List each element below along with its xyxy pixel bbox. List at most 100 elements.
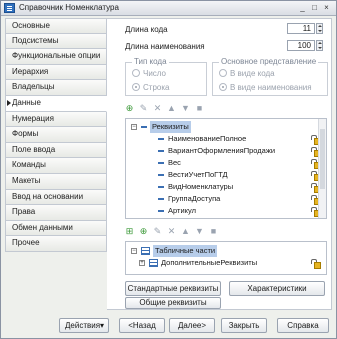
attributes-tree[interactable]: − Реквизиты НаименованиеПолное ВариантОф…	[125, 118, 327, 219]
move-up-icon[interactable]: ▲	[181, 226, 190, 236]
tabular-parts-tree[interactable]: − Табличные части + ДополнительныеРеквиз…	[125, 241, 327, 275]
collapse-icon[interactable]: −	[131, 248, 137, 254]
radio-icon	[219, 69, 227, 77]
code-length-label: Длина кода	[125, 25, 168, 34]
close-button[interactable]: Закрыть	[221, 318, 267, 333]
maximize-icon[interactable]: □	[309, 3, 320, 13]
tabular-parts-toolbar: ⊞ ⊕ ✎ ✕ ▲ ▼ ■	[125, 226, 218, 236]
attributes-scrollbar[interactable]	[318, 119, 326, 218]
tree-root-attributes[interactable]: − Реквизиты	[126, 121, 326, 133]
nav-item-numbering[interactable]: Нумерация	[5, 111, 107, 128]
characteristics-button[interactable]: Характеристики	[229, 281, 325, 296]
help-button[interactable]: Справка	[277, 318, 329, 333]
next-button[interactable]: Далее>	[169, 318, 215, 333]
radio-selected-icon	[219, 83, 227, 91]
tree-root-tabular-parts[interactable]: − Табличные части	[126, 245, 326, 257]
nav-item-forms[interactable]: Формы	[5, 127, 107, 143]
tree-item-label: ВариантОформленияПродажи	[168, 146, 276, 155]
nav-item-main[interactable]: Основные	[5, 18, 107, 34]
nav-item-hierarchy[interactable]: Иерархия	[5, 64, 107, 81]
tree-item-label: ВидНоменклатуры	[168, 182, 234, 191]
section-navigation: Основные Подсистемы Функциональные опции…	[5, 18, 107, 252]
nav-item-owners[interactable]: Владельцы	[5, 80, 107, 96]
move-down-icon[interactable]: ▼	[195, 226, 204, 236]
minimize-icon[interactable]: _	[297, 3, 308, 13]
attribute-icon	[158, 162, 164, 164]
name-length-field[interactable]: 100	[287, 40, 315, 51]
sort-icon[interactable]: ■	[209, 226, 218, 236]
name-length-stepper[interactable]	[316, 40, 323, 51]
add-column-icon[interactable]: ⊕	[139, 226, 148, 236]
attribute-icon	[141, 126, 147, 128]
close-icon[interactable]: ×	[321, 3, 332, 13]
nav-item-label: Иерархия	[12, 66, 49, 76]
add-tabular-part-icon[interactable]: ⊞	[125, 226, 134, 236]
actions-button[interactable]: Действия ▾	[59, 318, 109, 333]
scrollbar-thumb[interactable]	[320, 129, 325, 189]
table-icon	[149, 259, 158, 267]
back-button[interactable]: <Назад	[119, 318, 165, 333]
tree-item[interactable]: ГруппаДоступа	[126, 193, 326, 205]
code-type-group: Тип кода Число Строка	[125, 57, 207, 96]
dialog-footer: Действия ▾ <Назад Далее> Закрыть Справка	[1, 312, 336, 338]
nav-item-input-based-on[interactable]: Ввод на основании	[5, 189, 107, 206]
nav-item-data-exchange[interactable]: Обмен данными	[5, 220, 107, 237]
data-settings-panel: Длина кода 11 Длина наименования 100 Тип…	[107, 18, 332, 310]
tree-item[interactable]: ВестиУчетПоГТД	[126, 169, 326, 181]
expand-icon[interactable]: +	[139, 260, 145, 266]
nav-item-other[interactable]: Прочее	[5, 236, 107, 252]
catalog-icon	[4, 3, 15, 13]
collapse-icon[interactable]: −	[131, 124, 137, 130]
common-attributes-button[interactable]: Общие реквизиты	[125, 297, 221, 309]
standard-attributes-button[interactable]: Стандартные реквизиты	[125, 281, 221, 296]
window-title: Справочник Номенклатура	[19, 3, 119, 12]
nav-item-label: Права	[12, 207, 36, 217]
code-length-stepper[interactable]	[316, 23, 323, 34]
move-up-icon[interactable]: ▲	[167, 103, 176, 113]
nav-item-rights[interactable]: Права	[5, 205, 107, 221]
tree-item[interactable]: + ДополнительныеРеквизиты	[126, 257, 326, 269]
tree-item-label: Артикул	[168, 206, 196, 215]
attribute-icon	[158, 138, 164, 140]
radio-label: В виде кода	[230, 69, 275, 78]
representation-name-option[interactable]: В виде наименования	[219, 83, 312, 92]
lock-icon	[311, 259, 321, 269]
nav-item-label: Функциональные опции	[12, 51, 101, 61]
nav-item-label: Ввод на основании	[12, 191, 84, 201]
nav-item-functional-options[interactable]: Функциональные опции	[5, 49, 107, 65]
radio-label: Число	[143, 69, 167, 78]
code-type-string-option[interactable]: Строка	[132, 83, 169, 92]
delete-icon[interactable]: ✕	[167, 226, 176, 236]
tree-item[interactable]: НаименованиеПолное	[126, 133, 326, 145]
nav-item-data[interactable]: Данные	[5, 95, 107, 112]
sort-icon[interactable]: ■	[195, 103, 204, 113]
nav-item-commands[interactable]: Команды	[5, 158, 107, 174]
attribute-icon	[158, 210, 164, 212]
code-length-field[interactable]: 11	[287, 23, 315, 34]
representation-code-option[interactable]: В виде кода	[219, 69, 275, 78]
nav-item-subsystems[interactable]: Подсистемы	[5, 33, 107, 50]
attributes-toolbar: ⊕ ✎ ✕ ▲ ▼ ■	[125, 103, 204, 113]
main-representation-title: Основное представление	[219, 57, 319, 66]
nav-item-label: Основные	[12, 21, 50, 30]
title-bar[interactable]: Справочник Номенклатура _ □ ×	[1, 1, 336, 16]
edit-icon[interactable]: ✎	[139, 103, 148, 113]
nav-item-label: Поле ввода	[12, 144, 56, 154]
edit-icon[interactable]: ✎	[153, 226, 162, 236]
attribute-icon	[158, 150, 164, 152]
tree-item[interactable]: Вес	[126, 157, 326, 169]
tree-item[interactable]: Артикул	[126, 205, 326, 217]
move-down-icon[interactable]: ▼	[181, 103, 190, 113]
radio-label: В виде наименования	[230, 83, 312, 92]
nav-item-label: Формы	[12, 129, 39, 139]
nav-item-input-field[interactable]: Поле ввода	[5, 142, 107, 159]
add-icon[interactable]: ⊕	[125, 103, 134, 113]
nav-item-label: Нумерация	[12, 113, 54, 123]
nav-item-templates[interactable]: Макеты	[5, 173, 107, 190]
tree-item[interactable]: ВариантОформленияПродажи	[126, 145, 326, 157]
tree-item[interactable]: ВидНоменклатуры	[126, 181, 326, 193]
code-type-number-option[interactable]: Число	[132, 69, 166, 78]
nav-item-label: Обмен данными	[12, 222, 73, 232]
attribute-icon	[158, 186, 164, 188]
delete-icon[interactable]: ✕	[153, 103, 162, 113]
